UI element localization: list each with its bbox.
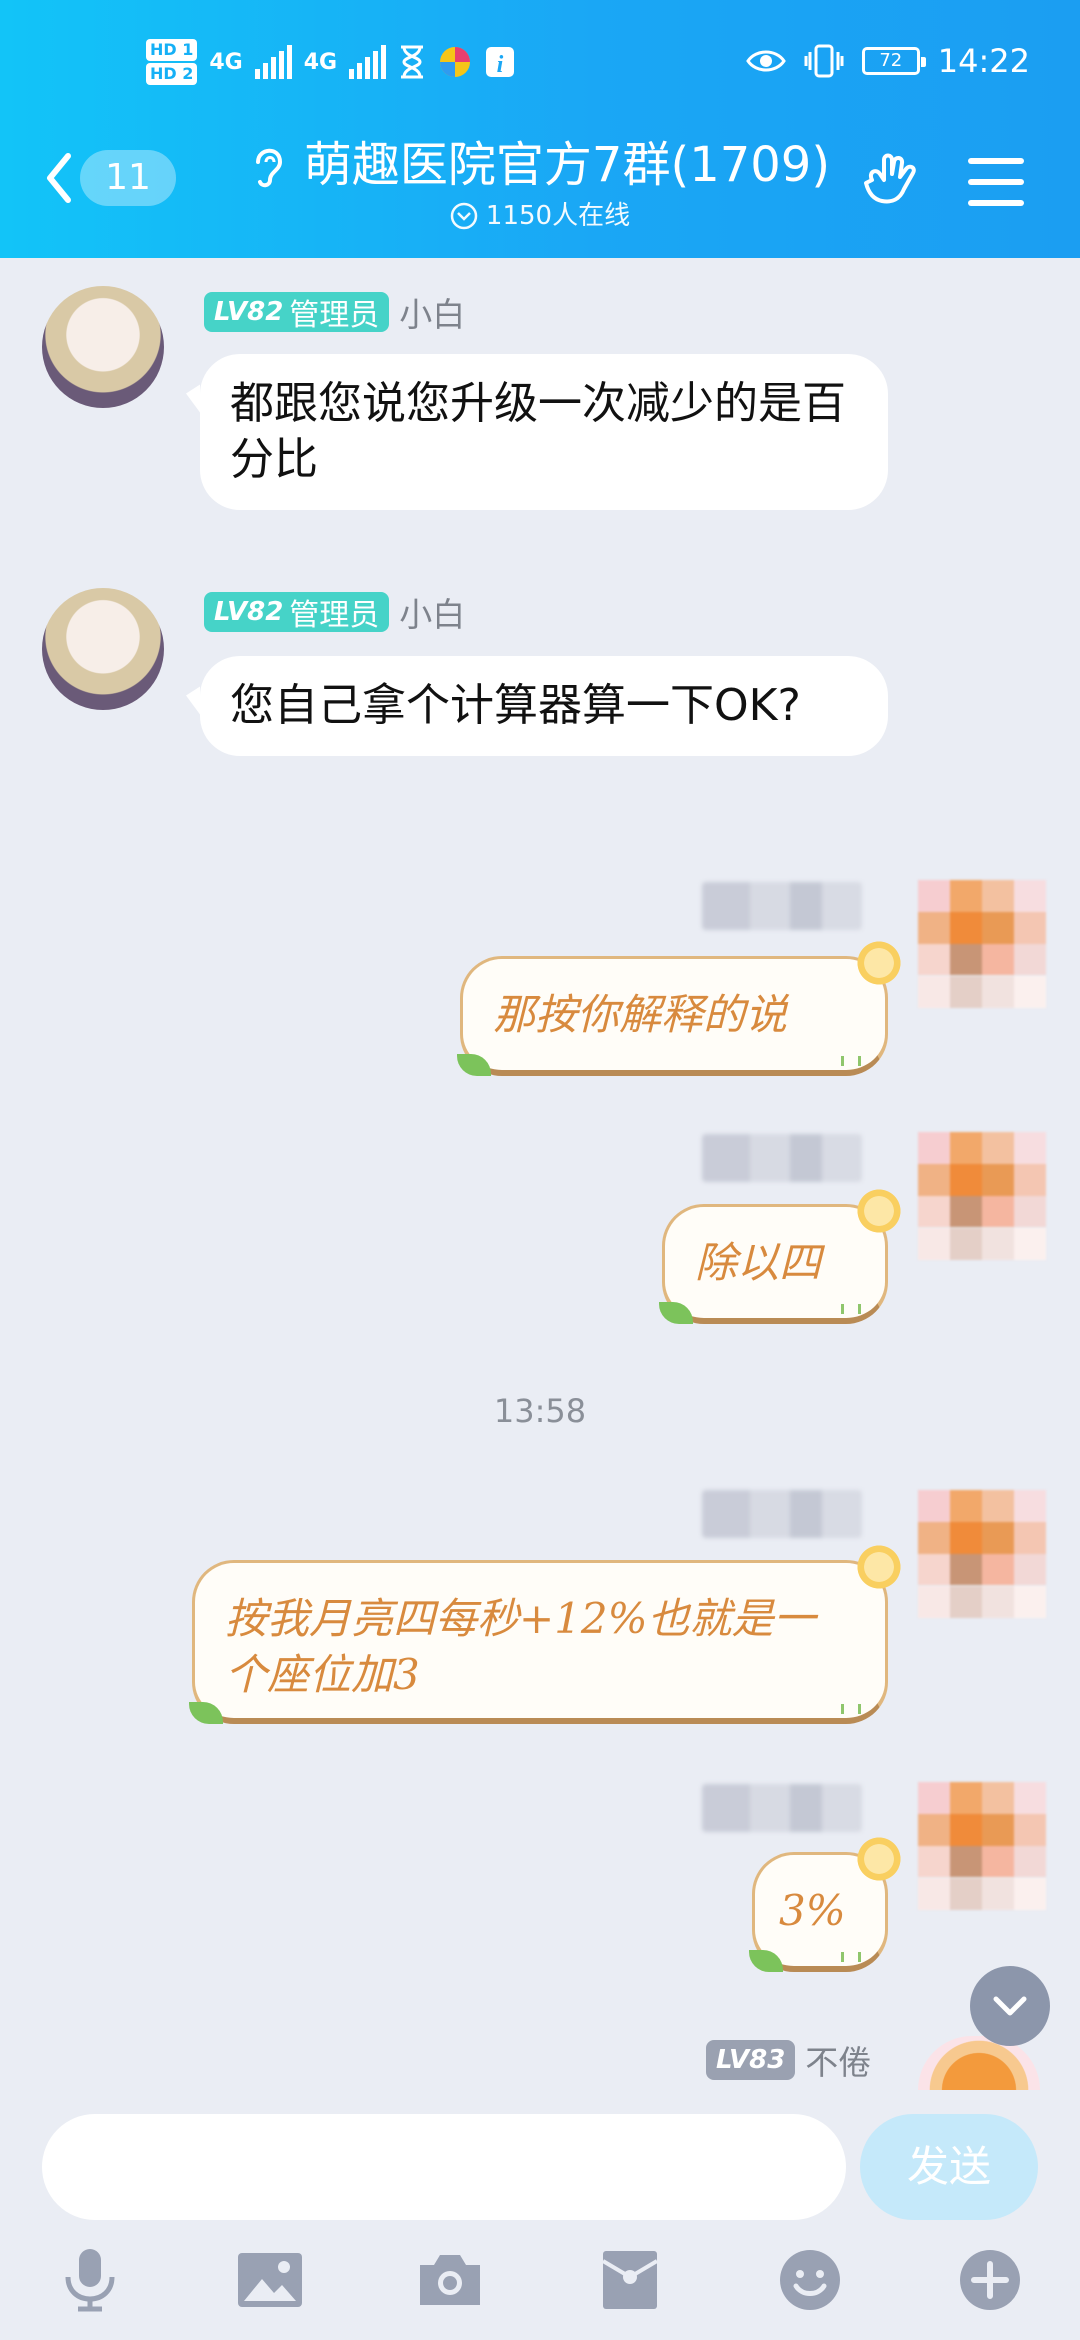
chevron-down-circle-icon (450, 202, 478, 230)
sun-decoration-icon (853, 1541, 905, 1593)
status-right: 72 14:22 (745, 42, 1030, 80)
plus-icon (960, 2250, 1020, 2310)
role-label: 管理员 (289, 598, 380, 633)
grass-decoration-icon (841, 1952, 861, 1962)
message-bubble[interactable]: 那按你解释的说 (457, 937, 905, 1076)
level-label: LV83 (716, 2045, 786, 2075)
message-bubble[interactable]: 3% (749, 1833, 905, 1972)
hourglass-icon (401, 45, 424, 79)
more-button[interactable] (950, 2240, 1030, 2320)
scroll-to-bottom-button[interactable] (970, 1966, 1050, 2046)
level-label: LV82 (214, 597, 284, 627)
hd-indicator: HD 1 HD 2 (146, 38, 198, 86)
camera-button[interactable] (410, 2240, 490, 2320)
info-notification-icon: i (486, 47, 515, 78)
menu-button[interactable] (968, 158, 1024, 206)
eye-icon (745, 50, 786, 72)
sender-name-blurred (702, 1490, 862, 1538)
input-bar: 发送 (0, 2090, 1080, 2340)
image-icon (238, 2253, 302, 2307)
level-badge: LV83 (706, 2040, 796, 2080)
sun-decoration-icon (853, 1185, 905, 1237)
mic-icon (65, 2249, 115, 2312)
avatar[interactable] (918, 1132, 1046, 1260)
camera-icon (420, 2255, 480, 2305)
sender-name-blurred (702, 1134, 862, 1182)
red-packet-icon (601, 2251, 659, 2309)
avatar[interactable] (918, 1490, 1046, 1618)
signal-icon (349, 45, 387, 79)
red-packet-button[interactable] (590, 2240, 670, 2320)
message-text: 按我月亮四每秒+12%也就是一个座位加3 (225, 1594, 816, 1699)
sun-decoration-icon (853, 1833, 905, 1885)
group-title-area[interactable]: 萌趣医院官方7群(1709) 1150人在线 (220, 130, 860, 232)
hd1-label: HD 1 (146, 39, 198, 61)
sender-name: 小白 (399, 595, 466, 634)
sender-name-blurred (702, 882, 862, 930)
message-bubble[interactable]: 都跟您说您升级一次减少的是百分比 (200, 354, 888, 510)
svg-text:i: i (497, 52, 504, 78)
vibrate-icon (804, 44, 844, 78)
admin-level-badge: LV82 管理员 (204, 592, 390, 633)
message-bubble[interactable]: 您自己拿个计算器算一下OK? (200, 656, 888, 756)
emoji-icon (780, 2250, 840, 2310)
emoji-button[interactable] (770, 2240, 850, 2320)
mic-button[interactable] (50, 2240, 130, 2320)
message-text: 3% (779, 1886, 846, 1935)
hand-gesture-icon[interactable] (858, 150, 924, 216)
chevron-left-icon (47, 153, 71, 203)
leaf-decoration-icon (749, 1950, 783, 1972)
grass-decoration-icon (841, 1056, 861, 1066)
send-button[interactable]: 发送 (860, 2114, 1038, 2220)
message-sender-meta: LV82 管理员 小白 (204, 288, 465, 336)
signal-icon (254, 45, 292, 79)
message-bubble[interactable]: 除以四 (659, 1185, 905, 1324)
sun-decoration-icon (853, 937, 905, 989)
avatar[interactable] (918, 1782, 1046, 1910)
network-label-1: 4G (209, 49, 243, 75)
avatar[interactable] (918, 880, 1046, 1008)
level-label: LV82 (214, 297, 284, 327)
sender-name: 不倦 (805, 2043, 872, 2082)
group-name: 萌趣医院官方7群(1709) (303, 137, 831, 193)
message-sender-meta: LV83 不倦 (706, 2036, 871, 2084)
sender-name: 小白 (399, 295, 466, 334)
unread-count-badge: 11 (80, 150, 176, 206)
leaf-decoration-icon (189, 1702, 223, 1724)
message-bubble[interactable]: 按我月亮四每秒+12%也就是一个座位加3 (189, 1541, 905, 1724)
leaf-decoration-icon (659, 1302, 693, 1324)
grass-decoration-icon (841, 1704, 861, 1714)
page-title: 萌趣医院官方7群(1709) (250, 130, 830, 200)
image-button[interactable] (230, 2240, 310, 2320)
network-label-2: 4G (303, 49, 338, 75)
message-input[interactable] (42, 2114, 846, 2220)
leaf-decoration-icon (457, 1054, 491, 1076)
message-text: 除以四 (695, 1238, 822, 1287)
avatar[interactable] (42, 588, 164, 710)
chevron-down-icon (993, 1996, 1027, 2016)
message-text: 那按你解释的说 (493, 990, 788, 1039)
grass-decoration-icon (841, 1304, 861, 1314)
status-time: 14:22 (937, 42, 1030, 80)
status-bar: HD 1 HD 2 4G 4G i 72 14:22 (0, 0, 1080, 130)
battery-icon: 72 (861, 47, 926, 75)
role-label: 管理员 (289, 298, 380, 333)
online-status: 1150人在线 (220, 200, 860, 232)
status-left: HD 1 HD 2 4G 4G i (146, 38, 516, 86)
message-sender-meta: LV82 管理员 小白 (204, 588, 465, 636)
avatar[interactable] (42, 286, 164, 408)
app-notification-icon (440, 47, 471, 77)
online-count: 1150人在线 (485, 201, 631, 231)
back-button[interactable]: 11 (44, 150, 176, 206)
chat-header: HD 1 HD 2 4G 4G i 72 14:22 11 萌趣医院官方7群(1… (0, 0, 1080, 258)
ear-icon (255, 148, 282, 188)
message-timestamp: 13:58 (493, 1392, 587, 1430)
hd2-label: HD 2 (146, 63, 198, 85)
sender-name-blurred (702, 1784, 862, 1832)
admin-level-badge: LV82 管理员 (204, 292, 390, 333)
